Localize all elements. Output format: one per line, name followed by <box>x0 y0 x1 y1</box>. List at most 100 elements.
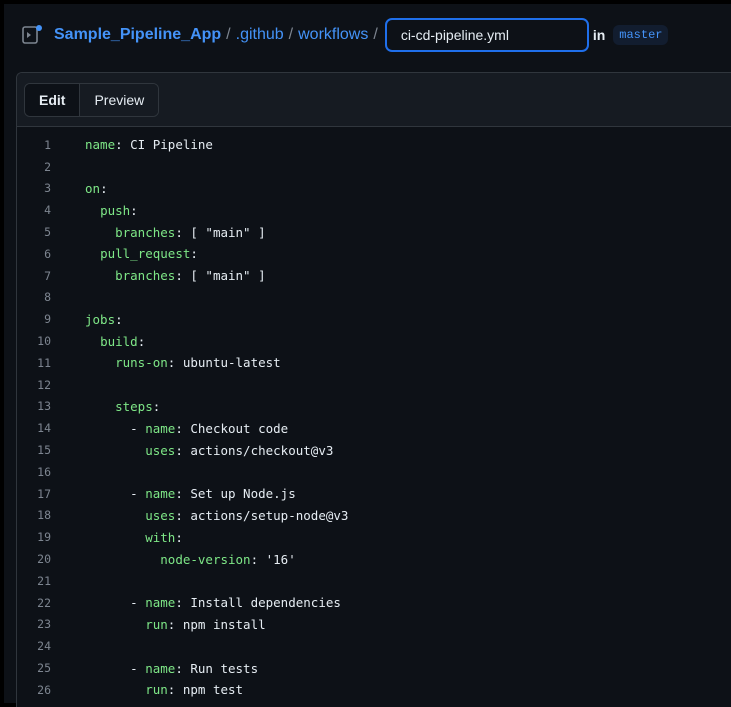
line-number: 11 <box>37 355 51 370</box>
line-number: 20 <box>37 552 51 567</box>
code-line[interactable]: 22 - name: Install dependencies <box>17 592 731 614</box>
line-content: - name: Install dependencies <box>51 595 341 610</box>
line-number: 3 <box>44 181 51 196</box>
yaml-text: : [ "main" ] <box>175 268 266 284</box>
yaml-text: : <box>115 311 123 327</box>
yaml-text: : npm test <box>167 682 244 698</box>
code-line[interactable]: 13 steps: <box>17 396 731 418</box>
yaml-key: name <box>85 137 116 153</box>
yaml-key: name <box>145 486 176 502</box>
yaml-text: : CI Pipeline <box>115 137 213 153</box>
line-content: push: <box>51 203 138 218</box>
code-line[interactable]: 16 <box>17 461 731 483</box>
line-content: branches: [ "main" ] <box>51 268 266 283</box>
code-line[interactable]: 15 uses: actions/checkout@v3 <box>17 439 731 461</box>
yaml-text <box>85 399 115 414</box>
code-line[interactable]: 23 run: npm install <box>17 614 731 636</box>
tab-preview[interactable]: Preview <box>80 83 159 116</box>
yaml-text: - <box>85 595 146 611</box>
code-line[interactable]: 26 run: npm test <box>17 679 731 701</box>
yaml-text <box>85 225 115 240</box>
yaml-key: push <box>100 202 131 218</box>
line-content: - name: Run tests <box>51 661 258 676</box>
line-number: 24 <box>37 639 51 654</box>
line-number: 14 <box>37 421 51 436</box>
line-number: 16 <box>37 464 51 479</box>
yaml-key: name <box>145 420 176 436</box>
code-line[interactable]: 24 <box>17 635 731 657</box>
yaml-key: with <box>145 529 176 545</box>
code-line[interactable]: 12 <box>17 374 731 396</box>
yaml-text <box>85 268 115 283</box>
yaml-text <box>85 246 100 261</box>
yaml-text: : <box>190 246 198 262</box>
breadcrumb: Sample_Pipeline_App / .github / workflow… <box>4 4 731 66</box>
line-number: 22 <box>37 595 51 610</box>
line-number: 6 <box>44 246 51 261</box>
code-line[interactable]: 8 <box>17 287 731 309</box>
code-line[interactable]: 2 <box>17 156 731 178</box>
breadcrumb-separator: / <box>373 26 378 43</box>
line-number: 13 <box>37 399 51 414</box>
in-label: in <box>592 27 606 43</box>
line-content: with: <box>51 530 183 545</box>
filename-input[interactable] <box>384 18 589 52</box>
code-line[interactable]: 25 - name: Run tests <box>17 657 731 679</box>
yaml-key: runs-on <box>115 355 168 371</box>
code-line[interactable]: 14 - name: Checkout code <box>17 417 731 439</box>
line-number: 4 <box>44 203 51 218</box>
line-content: run: npm test <box>51 682 243 697</box>
yaml-text: : actions/setup-node@v3 <box>175 507 349 523</box>
code-line[interactable]: 17 - name: Set up Node.js <box>17 483 731 505</box>
yaml-text: : actions/checkout@v3 <box>175 442 334 458</box>
yaml-text: : '16' <box>250 551 296 567</box>
yaml-text <box>85 355 115 370</box>
line-number: 2 <box>44 159 51 174</box>
yaml-text: : npm install <box>167 616 266 632</box>
yaml-text: : Checkout code <box>175 420 289 436</box>
line-content: jobs: <box>51 312 123 327</box>
yaml-text <box>85 508 145 523</box>
line-content: uses: actions/checkout@v3 <box>51 443 333 458</box>
line-number: 17 <box>37 486 51 501</box>
code-line[interactable]: 5 branches: [ "main" ] <box>17 221 731 243</box>
line-content: name: CI Pipeline <box>51 137 213 152</box>
yaml-text: : <box>152 398 161 414</box>
code-line[interactable]: 20 node-version: '16' <box>17 548 731 570</box>
line-number: 8 <box>44 290 51 305</box>
code-line[interactable]: 4 push: <box>17 199 731 221</box>
code-line[interactable]: 21 <box>17 570 731 592</box>
code-line[interactable]: 19 with: <box>17 526 731 548</box>
code-line[interactable]: 1 name: CI Pipeline <box>17 134 731 156</box>
branch-badge[interactable]: master <box>613 25 669 45</box>
yaml-text <box>85 530 145 545</box>
yaml-key: on <box>85 180 101 196</box>
tab-edit[interactable]: Edit <box>25 83 81 116</box>
breadcrumb-workflows-link[interactable]: workflows <box>298 26 368 44</box>
line-content: run: npm install <box>51 616 266 632</box>
breadcrumb-github-link[interactable]: .github <box>236 26 284 44</box>
line-number: 23 <box>37 617 51 632</box>
code-line[interactable]: 9 jobs: <box>17 308 731 330</box>
code-line[interactable]: 11 runs-on: ubuntu-latest <box>17 352 731 374</box>
yaml-text: - <box>85 420 146 436</box>
code-area[interactable]: 1 name: CI Pipeline 2 3 on: 4 push: 5 branches… <box>17 127 731 701</box>
yaml-key: steps <box>115 398 153 414</box>
code-line[interactable]: 10 build: <box>17 330 731 352</box>
code-line[interactable]: 6 pull_request: <box>17 243 731 265</box>
yaml-text <box>85 203 100 218</box>
breadcrumb-repo-link[interactable]: Sample_Pipeline_App <box>54 26 221 44</box>
yaml-key: node-version <box>160 551 251 567</box>
editor-header: Edit Preview <box>17 73 731 127</box>
code-line[interactable]: 18 uses: actions/setup-node@v3 <box>17 505 731 527</box>
yaml-key: build <box>100 333 138 349</box>
line-number: 18 <box>37 508 51 523</box>
yaml-key: run <box>145 616 168 632</box>
yaml-text: - <box>85 486 146 502</box>
code-line[interactable]: 7 branches: [ "main" ] <box>17 265 731 287</box>
code-line[interactable]: 3 on: <box>17 178 731 200</box>
breadcrumb-separator: / <box>288 26 294 43</box>
yaml-key: branches <box>115 224 176 240</box>
yaml-text: : [ "main" ] <box>175 224 266 240</box>
yaml-text: : Set up Node.js <box>175 486 296 502</box>
